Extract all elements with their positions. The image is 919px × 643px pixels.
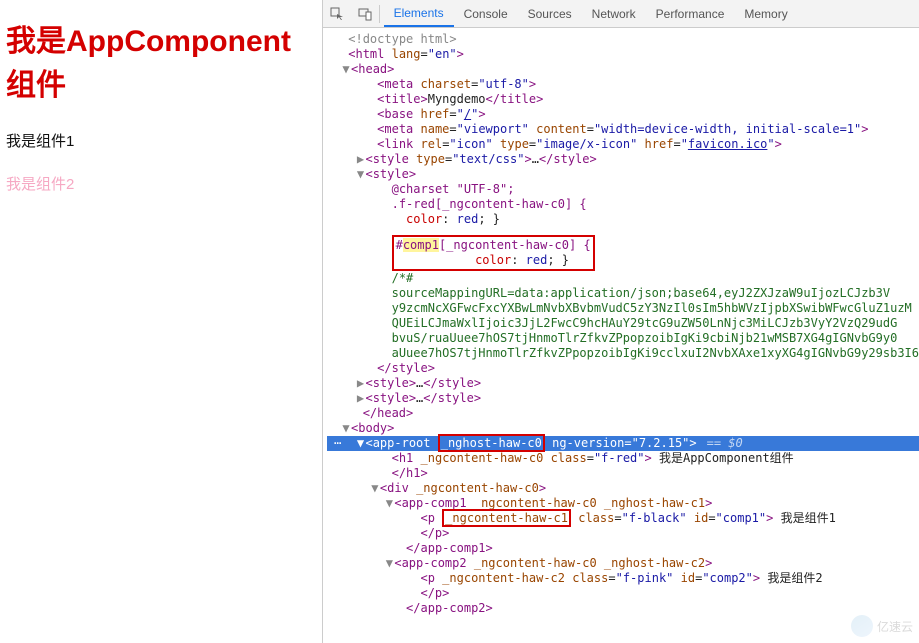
tab-console[interactable]: Console <box>454 0 518 27</box>
component-1-text: 我是组件1 <box>6 130 316 151</box>
dom-node[interactable]: ▶<style>…</style> <box>327 376 919 391</box>
dom-node[interactable]: <h1 _ngcontent-haw-c0 class="f-red"> 我是A… <box>327 451 919 466</box>
dom-node[interactable]: <meta name="viewport" content="width=dev… <box>327 122 919 137</box>
dom-node[interactable]: <title>Myngdemo</title> <box>327 92 919 107</box>
devtools-toolbar: Elements Console Sources Network Perform… <box>323 0 919 28</box>
css-rule[interactable]: color: red; } <box>327 212 919 227</box>
tab-performance[interactable]: Performance <box>646 0 735 27</box>
css-rule <box>327 227 919 235</box>
css-rule-highlighted[interactable]: #comp1[_ngcontent-haw-c0] { color: red; … <box>327 235 919 271</box>
watermark: 亿速云 <box>851 615 913 637</box>
inspect-icon[interactable] <box>323 7 351 21</box>
dom-node[interactable]: </h1> <box>327 466 919 481</box>
dom-node[interactable]: </style> <box>327 361 919 376</box>
css-comment[interactable]: /*# <box>327 271 919 286</box>
tab-sources[interactable]: Sources <box>518 0 582 27</box>
dom-node[interactable]: </app-comp2> <box>327 601 919 616</box>
dom-node[interactable]: ▼<app-comp1 _ngcontent-haw-c0 _nghost-ha… <box>327 496 919 511</box>
tab-network[interactable]: Network <box>582 0 646 27</box>
dom-node[interactable]: ▼<app-comp2 _ngcontent-haw-c0 _nghost-ha… <box>327 556 919 571</box>
dom-node[interactable]: ▶<style type="text/css">…</style> <box>327 152 919 167</box>
dom-node[interactable]: ▼<head> <box>327 62 919 77</box>
dom-node[interactable]: </p> <box>327 586 919 601</box>
dom-node[interactable]: <!doctype html> <box>327 32 919 47</box>
dom-node[interactable]: ▼<div _ngcontent-haw-c0> <box>327 481 919 496</box>
dom-node[interactable]: ▼<body> <box>327 421 919 436</box>
dom-node[interactable]: ▼<style> <box>327 167 919 182</box>
dom-node[interactable]: <meta charset="utf-8"> <box>327 77 919 92</box>
dom-node[interactable]: <link rel="icon" type="image/x-icon" hre… <box>327 137 919 152</box>
dom-node[interactable]: </p> <box>327 526 919 541</box>
dom-node[interactable]: <base href="/"> <box>327 107 919 122</box>
app-title: 我是AppComponent组件 <box>6 16 316 104</box>
css-rule[interactable]: .f-red[_ngcontent-haw-c0] { <box>327 197 919 212</box>
elements-tree[interactable]: <!doctype html> <html lang="en"> ▼<head>… <box>323 28 919 643</box>
tab-memory[interactable]: Memory <box>734 0 797 27</box>
devtools-tabs: Elements Console Sources Network Perform… <box>380 0 798 27</box>
dom-node[interactable]: <html lang="en"> <box>327 47 919 62</box>
dom-node[interactable]: ▶<style>…</style> <box>327 391 919 406</box>
css-comment[interactable]: sourceMappingURL=data:application/json;b… <box>327 286 919 301</box>
css-comment[interactable]: y9zcmNcXGFwcFxcYXBwLmNvbXBvbmVudC5zY3NzI… <box>327 301 919 316</box>
dom-node[interactable]: </head> <box>327 406 919 421</box>
dom-node-selected[interactable]: ⋯ ▼<app-root _nghost-haw-c0 ng-version="… <box>327 436 919 451</box>
app-viewport: 我是AppComponent组件 我是组件1 我是组件2 <box>0 0 322 643</box>
css-comment[interactable]: QUEiLCJmaWxlIjoic3JjL2FwcC9hcHAuY29tcG9u… <box>327 316 919 331</box>
css-rule[interactable]: @charset "UTF-8"; <box>327 182 919 197</box>
css-comment[interactable]: bvuS/ruaUuee7hOS7tjHnmoTlrZfkvZPpopzoibI… <box>327 331 919 346</box>
tab-elements[interactable]: Elements <box>384 0 454 27</box>
component-2-text: 我是组件2 <box>6 173 316 194</box>
dom-node[interactable]: </app-comp1> <box>327 541 919 556</box>
dom-node[interactable]: <p _ngcontent-haw-c1 class="f-black" id=… <box>327 511 919 526</box>
watermark-logo-icon <box>851 615 873 637</box>
device-icon[interactable] <box>351 7 379 21</box>
css-comment[interactable]: aUuee7hOS7tjHnmoTlrZfkvZPpopzoibIgKi9ccl… <box>327 346 919 361</box>
devtools-panel: Elements Console Sources Network Perform… <box>322 0 919 643</box>
dom-node[interactable]: <p _ngcontent-haw-c2 class="f-pink" id="… <box>327 571 919 586</box>
